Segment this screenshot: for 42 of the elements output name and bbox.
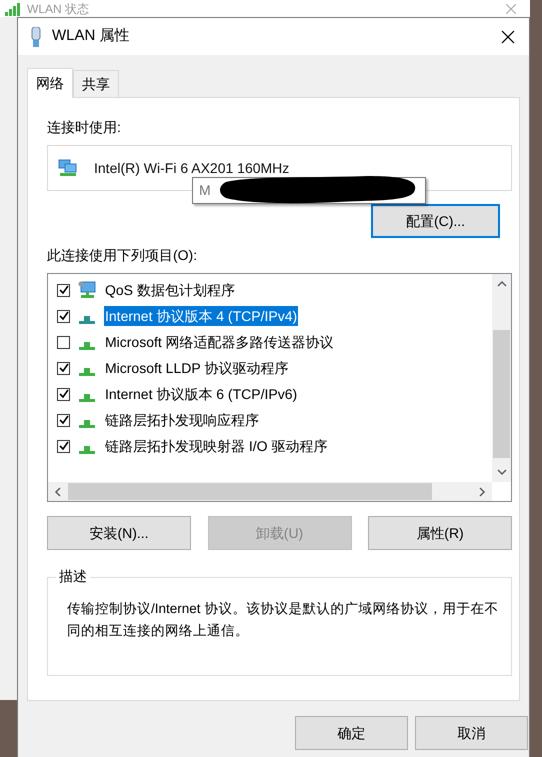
checkbox[interactable] [57,414,70,426]
list-item[interactable]: Microsoft LLDP 协议驱动程序 [104,358,290,378]
close-icon [501,30,515,44]
list-item[interactable]: 链路层拓扑发现响应程序 [104,410,260,430]
vertical-scrollbar[interactable] [492,274,511,482]
dialog-button[interactable]: 确定 [295,716,408,750]
checkbox[interactable] [57,362,70,374]
section-label: 此连接使用下列项目(O): [47,246,198,264]
tooltip-text: M [199,181,211,200]
signal-icon [5,2,23,16]
protocol-icon [79,420,95,428]
action-button[interactable]: 安装(N)... [47,516,191,550]
dialog-button[interactable]: 取消 [415,716,528,750]
network-service-icon [78,281,96,299]
list-item[interactable]: Internet 协议版本 4 (TCP/IPv4) [104,306,298,326]
horizontal-scrollbar[interactable] [48,482,492,501]
protocol-icon [79,394,95,402]
checkbox[interactable] [57,310,70,322]
section-label: 连接时使用: [47,118,122,136]
group-title: 描述 [56,567,90,585]
checkbox[interactable] [57,388,70,400]
network-adapter-icon [58,159,78,177]
action-button[interactable]: 属性(R) [368,516,512,550]
network-adapter-icon [30,26,42,46]
checkbox[interactable] [57,336,70,348]
protocol-icon [79,342,95,350]
list-item[interactable]: QoS 数据包计划程序 [104,280,236,300]
list-item[interactable]: Microsoft 网络适配器多路传送器协议 [104,332,335,352]
tab[interactable]: 共享 [73,70,119,97]
protocol-icon [79,368,95,376]
description-text: 传输控制协议/Internet 协议。该协议是默认的广域网络协议，用于在不同的相互连接的网络上通信。 [66,600,500,640]
configure-button[interactable]: 配置(C)... [371,204,500,238]
tab[interactable]: 网络 [27,68,73,98]
protocol-icon [79,446,95,454]
adapter-name: Intel(R) Wi-Fi 6 AX201 160MHz [94,158,290,178]
window-title: WLAN 状态 [27,2,90,14]
checkbox[interactable] [57,440,70,452]
list-item[interactable]: 链路层拓扑发现映射器 I/O 驱动程序 [104,436,328,456]
protocol-icon [79,316,95,324]
checkbox[interactable] [57,284,70,296]
window-title: WLAN 属性 [52,26,130,46]
list-item[interactable]: Internet 协议版本 6 (TCP/IPv6) [104,384,298,404]
